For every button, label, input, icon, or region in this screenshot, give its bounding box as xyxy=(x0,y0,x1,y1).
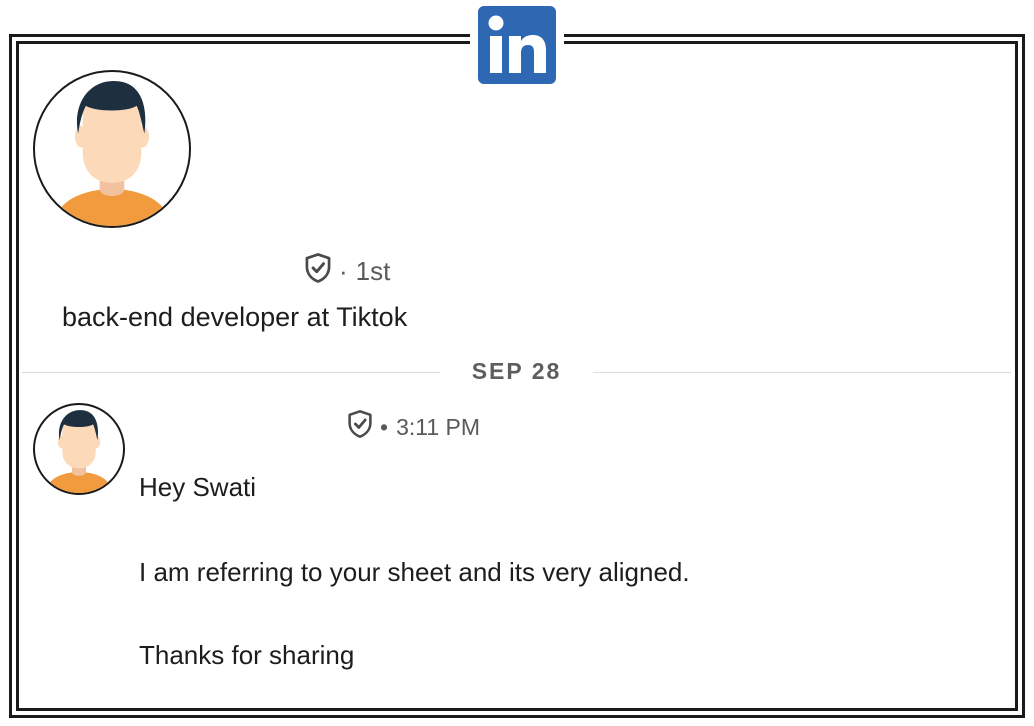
linkedin-logo-icon xyxy=(478,6,556,84)
message-line: Thanks for sharing xyxy=(139,640,355,670)
message-line: Hey Swati xyxy=(139,472,257,502)
verified-shield-icon xyxy=(303,252,333,291)
divider-line-right xyxy=(593,372,1011,373)
separator-dot: • xyxy=(380,413,389,440)
profile-meta: · 1st xyxy=(303,252,391,287)
divider-line-left xyxy=(22,372,440,373)
user-avatar-icon xyxy=(56,80,168,226)
profile-avatar[interactable] xyxy=(33,70,191,228)
message-timestamp: 3:11 PM xyxy=(396,413,481,440)
user-avatar-icon xyxy=(47,410,111,493)
profile-headline: back-end developer at Tiktok xyxy=(62,302,408,332)
message-meta: • 3:11 PM xyxy=(346,409,481,445)
date-divider: SEP 28 xyxy=(471,358,562,384)
message-line: I am referring to your sheet and its ver… xyxy=(139,557,690,587)
connection-degree: 1st xyxy=(355,255,391,286)
separator-dot: · xyxy=(339,255,348,286)
verified-shield-icon xyxy=(346,409,374,445)
sender-avatar[interactable] xyxy=(33,403,125,495)
